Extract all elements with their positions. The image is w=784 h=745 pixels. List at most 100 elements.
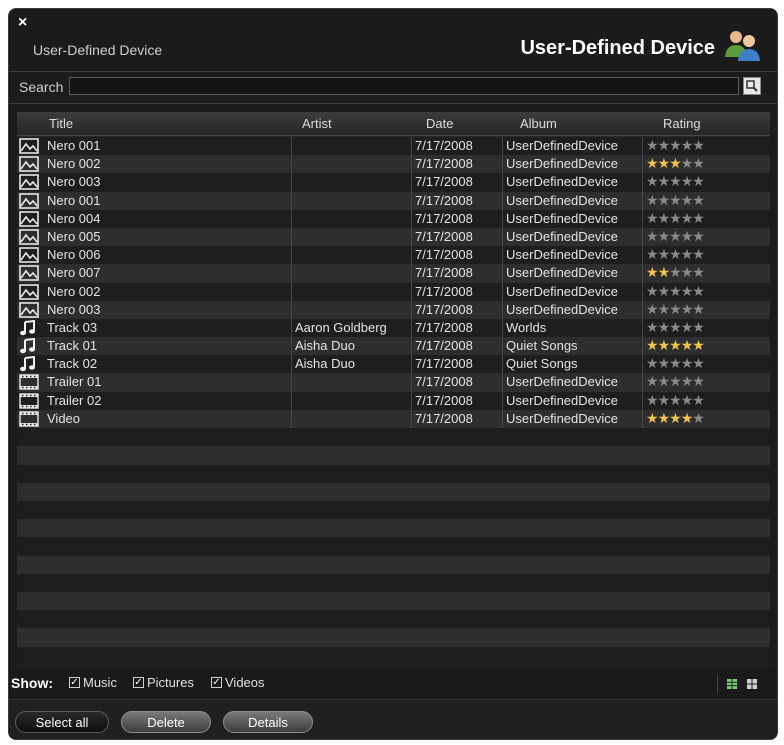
show-filter-bar: Show: ✓ Music ✓ Pictures ✓ Videos [9,669,777,697]
table-row[interactable]: Nero 002 7/17/2008 UserDefinedDevice ★★★★★ [17,282,770,301]
rating-stars[interactable]: ★★★★★ [646,173,704,189]
star-empty-icon: ★ [680,191,694,208]
album-cell: UserDefinedDevice [506,156,618,172]
rating-stars[interactable]: ★★★★★ [646,373,704,389]
star-empty-icon: ★ [692,318,704,335]
date-cell: 7/17/2008 [415,356,473,372]
date-cell: 7/17/2008 [415,410,473,426]
table-row[interactable]: Track 01 Aisha Duo 7/17/2008 Quiet Songs ★★★… [17,337,770,356]
empty-row [17,464,770,483]
rating-stars[interactable]: ★★★★★ [646,301,704,317]
table-row[interactable]: Nero 004 7/17/2008 UserDefinedDevice ★★★★★ [17,209,770,228]
table-row[interactable]: Nero 005 7/17/2008 UserDefinedDevice ★★★★★ [17,227,770,247]
star-empty-icon: ★ [692,300,704,317]
star-empty-icon: ★ [669,318,682,335]
rating-stars[interactable]: ★★★★★ [646,155,704,171]
column-header-title[interactable]: Title [49,116,73,131]
title-cell: Video [47,410,81,426]
filter-pictures-checkbox[interactable]: ✓ Pictures [133,675,194,690]
star-empty-icon: ★ [692,409,704,426]
rating-stars[interactable]: ★★★★★ [646,283,704,299]
column-header-rating[interactable]: Rating [663,116,701,131]
star-empty-icon: ★ [669,282,682,299]
date-cell: 7/17/2008 [415,338,473,354]
filter-music-checkbox[interactable]: ✓ Music [69,675,117,690]
music-note-icon [19,319,39,336]
star-empty-icon: ★ [692,137,704,153]
table-row[interactable]: Video 7/17/2008 UserDefinedDevice ★★★★★ [17,409,770,428]
star-filled-icon: ★ [669,337,682,354]
table-row[interactable]: Trailer 01 7/17/2008 UserDefinedDevice ★★★★… [17,373,770,392]
table-row[interactable]: Trailer 02 7/17/2008 UserDefinedDevice ★★★★… [17,391,770,410]
picture-icon [19,192,39,209]
rating-stars[interactable]: ★★★★★ [646,210,704,226]
rating-stars[interactable]: ★★★★★ [646,192,704,208]
empty-row [17,592,770,611]
album-cell: UserDefinedDevice [506,392,618,408]
rating-stars[interactable]: ★★★★★ [646,264,704,280]
table-row[interactable]: Nero 007 7/17/2008 UserDefinedDevice ★★★★★ [17,264,770,283]
rating-stars[interactable]: ★★★★★ [646,355,704,371]
checkbox-icon: ✓ [133,676,144,688]
column-header-artist[interactable]: Artist [302,116,332,131]
star-filled-icon: ★ [646,155,659,172]
column-divider [502,137,503,443]
star-empty-icon: ★ [646,391,659,408]
grid-view-icon[interactable] [747,679,757,689]
empty-row [17,519,770,538]
rating-stars[interactable]: ★★★★★ [646,137,704,153]
rating-stars[interactable]: ★★★★★ [646,337,704,353]
star-empty-icon: ★ [680,246,694,263]
empty-row [17,501,770,520]
select-all-button[interactable]: Select all [15,711,109,733]
table-row[interactable]: Nero 001 7/17/2008 UserDefinedDevice ★★★★★ [17,191,770,210]
date-cell: 7/17/2008 [415,392,473,408]
star-empty-icon: ★ [669,246,682,263]
table-row[interactable]: Nero 002 7/17/2008 UserDefinedDevice ★★★★★ [17,155,770,174]
star-empty-icon: ★ [680,264,694,281]
star-empty-icon: ★ [669,209,682,226]
title-cell: Nero 002 [47,283,101,299]
media-table: Title Artist Date Album Rating Nero 001 7… [17,112,770,665]
rating-stars[interactable]: ★★★★★ [646,319,704,335]
empty-row [17,428,770,447]
details-button[interactable]: Details [223,711,313,733]
star-filled-icon: ★ [646,409,659,426]
delete-button[interactable]: Delete [121,711,211,733]
title-cell: Nero 005 [47,228,101,244]
checkbox-icon: ✓ [211,676,222,688]
table-row[interactable]: Track 03 Aaron Goldberg 7/17/2008 Worlds ★★★… [17,318,770,338]
star-filled-icon: ★ [657,409,671,426]
rating-stars[interactable]: ★★★★★ [646,228,704,244]
star-empty-icon: ★ [669,373,682,390]
table-row[interactable]: Nero 001 7/17/2008 UserDefinedDevice ★★★★★ [17,137,770,156]
star-empty-icon: ★ [692,246,704,263]
empty-row [17,646,770,665]
column-header-album[interactable]: Album [520,116,557,131]
album-cell: UserDefinedDevice [506,410,618,426]
rating-stars[interactable]: ★★★★★ [646,410,704,426]
filter-videos-checkbox[interactable]: ✓ Videos [211,675,265,690]
rating-stars[interactable]: ★★★★★ [646,392,704,408]
rating-stars[interactable]: ★★★★★ [646,246,704,262]
table-row[interactable]: Track 02 Aisha Duo 7/17/2008 Quiet Songs ★★★… [17,355,770,374]
column-header-date[interactable]: Date [426,116,453,131]
album-cell: UserDefinedDevice [506,174,618,190]
star-filled-icon: ★ [646,337,659,354]
table-row[interactable]: Nero 003 7/17/2008 UserDefinedDevice ★★★★★ [17,173,770,192]
search-input[interactable] [69,77,739,95]
star-empty-icon: ★ [669,191,682,208]
title-cell: Track 01 [47,338,98,354]
table-row[interactable]: Nero 003 7/17/2008 UserDefinedDevice ★★★★★ [17,300,770,319]
star-empty-icon: ★ [669,355,682,372]
title-cell: Track 03 [47,319,98,335]
close-icon[interactable]: × [18,15,27,31]
divider [9,71,777,72]
album-cell: Worlds [506,319,547,335]
date-cell: 7/17/2008 [415,138,473,153]
search-button[interactable] [743,77,761,95]
window-subtitle: User-Defined Device [33,42,163,58]
list-view-icon[interactable] [727,679,737,689]
table-row[interactable]: Nero 006 7/17/2008 UserDefinedDevice ★★★★★ [17,246,770,265]
star-filled-icon: ★ [692,337,704,354]
